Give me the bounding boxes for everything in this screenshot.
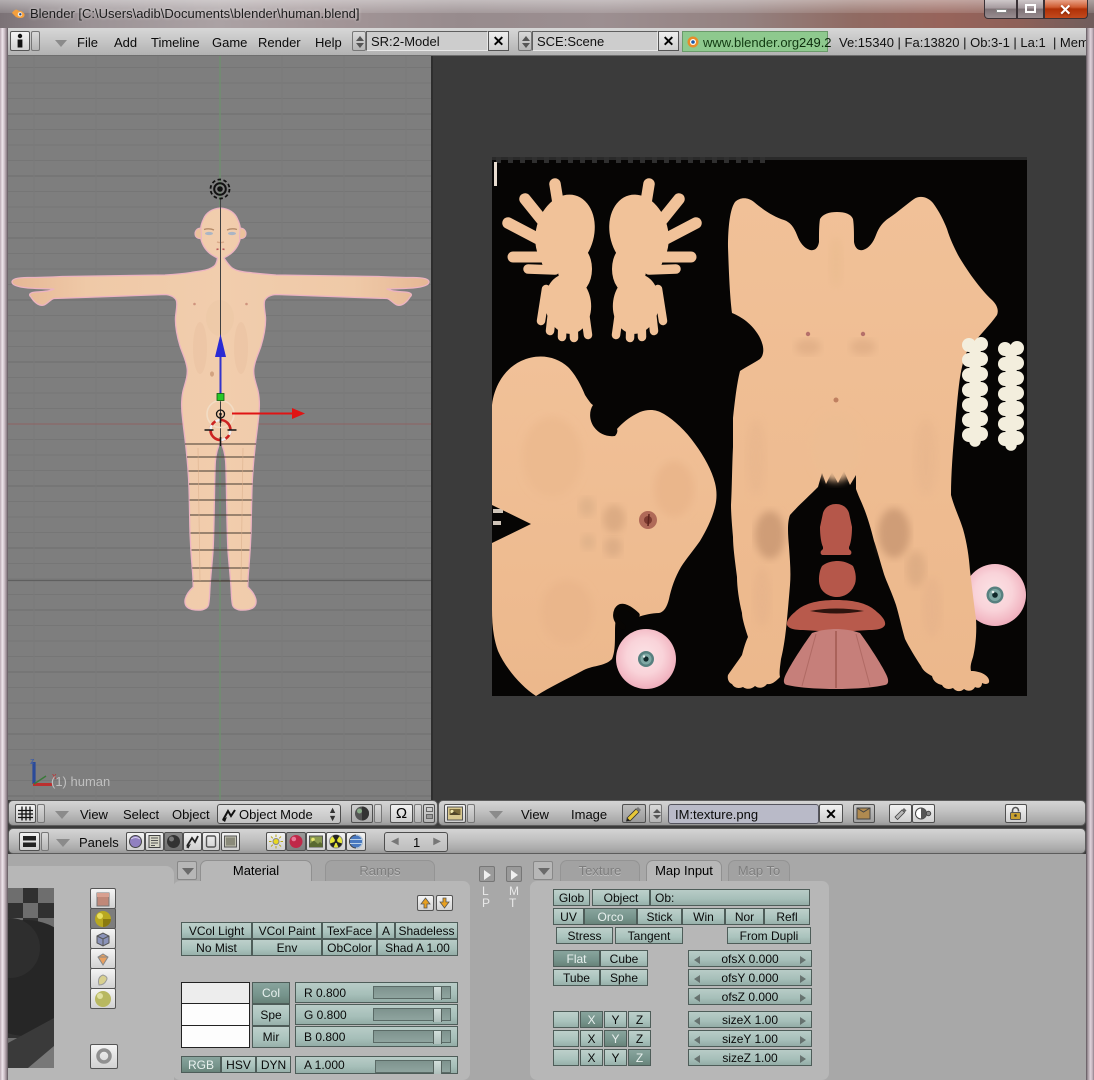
svg-text:z: z xyxy=(30,756,35,766)
svg-text:(1) human: (1) human xyxy=(51,774,110,789)
